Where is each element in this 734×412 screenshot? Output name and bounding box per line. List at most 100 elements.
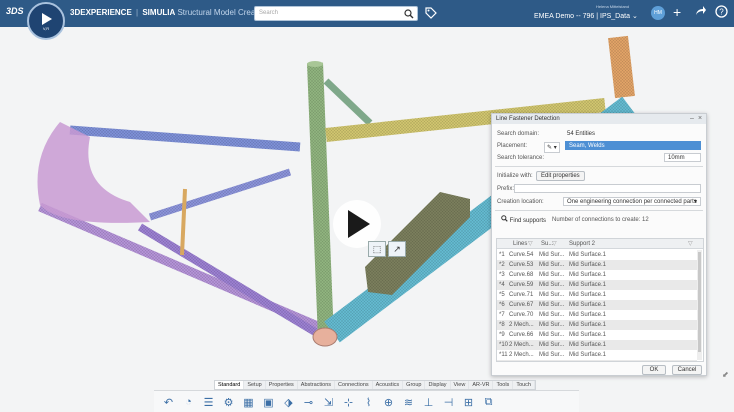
row-support1: Mid Sur... — [539, 312, 565, 318]
beam-icon[interactable]: ⌇ — [360, 394, 377, 410]
mapping-icon[interactable]: ⬗ — [280, 394, 297, 410]
row-support1: Mid Sur... — [539, 272, 565, 278]
mesh-icon[interactable]: ▦ — [240, 394, 257, 410]
tab-group[interactable]: Group — [403, 381, 426, 389]
tab-touch[interactable]: Touch — [513, 381, 535, 389]
table-row[interactable]: *7 Curve.70 Mid Sur... Mid Surface.1 — [497, 310, 697, 320]
table-row[interactable]: *4 Curve.59 Mid Sur... Mid Surface.1 — [497, 280, 697, 290]
row-support2: Mid Surface.1 — [569, 302, 607, 308]
action-bar-tabs: Standard Setup Properties Abstractions Conne… — [214, 380, 536, 390]
divider — [495, 210, 703, 211]
avatar[interactable]: HM — [651, 6, 665, 20]
row-support1: Mid Sur... — [539, 282, 565, 288]
table-row[interactable]: *10 2 Mech... Mid Sur... Mid Surface.1 — [497, 340, 697, 350]
tag-icon[interactable] — [425, 7, 437, 21]
tolerance-field[interactable]: 10mm — [664, 153, 701, 162]
dialog-title: Line Fastener Detection — [496, 116, 560, 122]
tab-acoustics[interactable]: Acoustics — [373, 381, 404, 389]
plus-icon[interactable]: + — [673, 5, 681, 19]
row-support2: Mid Surface.1 — [569, 272, 607, 278]
table-row[interactable]: *9 Curve.66 Mid Sur... Mid Surface.1 — [497, 330, 697, 340]
table-row[interactable]: *2 Curve.53 Mid Sur... Mid Surface.1 — [497, 260, 697, 270]
row-support1: Mid Sur... — [539, 352, 565, 358]
svg-text:?: ? — [719, 8, 724, 17]
table-row[interactable]: *6 Curve.67 Mid Sur... Mid Surface.1 — [497, 300, 697, 310]
edit-properties-button[interactable]: Edit properties — [536, 171, 585, 181]
weld-icon[interactable]: ⊕ — [380, 394, 397, 410]
filter-icon[interactable]: ▽ — [528, 240, 533, 247]
placement-field[interactable]: Seam, Welds — [565, 141, 701, 150]
filter-icon[interactable]: ▽ — [688, 240, 693, 247]
column-header-lines[interactable]: Lines — [513, 241, 527, 247]
prefix-field[interactable] — [514, 184, 701, 193]
context-toolbar: ⬚ ↗ — [368, 241, 406, 257]
tab-abstractions[interactable]: Abstractions — [298, 381, 336, 389]
table-row[interactable]: *5 Curve.71 Mid Sur... Mid Surface.1 — [497, 290, 697, 300]
tab-display[interactable]: Display — [425, 381, 451, 389]
share-icon[interactable] — [694, 5, 707, 20]
bolt-icon[interactable]: ⊣ — [440, 394, 457, 410]
expand-arrow-icon[interactable]: ⬋ — [722, 370, 729, 379]
tab-ar-vr[interactable]: AR-VR — [469, 381, 494, 389]
creation-location-select[interactable]: One engineering connection per connected… — [563, 197, 701, 206]
action-bar: ↶ ◔ ☰ ⚙ ▦ ▣ ⬗ ⊸ ⇲ ⊹ ⌇ ⊕ ≋ ⊥ ⊣ ⊞ ⧉ — [154, 390, 579, 412]
row-line: Curve.68 — [509, 272, 534, 278]
search-input[interactable]: Search — [254, 6, 418, 21]
select-tool-button[interactable]: ⬚ — [368, 241, 386, 257]
row-support1: Mid Sur... — [539, 302, 565, 308]
fastener-icon[interactable]: ⊥ — [420, 394, 437, 410]
row-support2: Mid Surface.1 — [569, 332, 607, 338]
display-icon[interactable]: ☰ — [200, 394, 217, 410]
help-icon[interactable]: ? — [715, 5, 728, 20]
tab-setup[interactable]: Setup — [244, 381, 266, 389]
table-row[interactable]: *12Curve.61Mid Sur...2 Publications — [497, 360, 697, 361]
row-support1: Mid Sur... — [539, 292, 565, 298]
brand-name: 3DEXPERIENCE — [70, 8, 132, 17]
table-scrollbar[interactable] — [697, 250, 702, 360]
table-row[interactable]: *1 Curve.54 Mid Sur... Mid Surface.1 — [497, 250, 697, 260]
table-row[interactable]: *11 2 Mech... Mid Sur... Mid Surface.1 — [497, 350, 697, 360]
cancel-button[interactable]: Cancel — [672, 365, 702, 375]
filter-icon[interactable]: ▽ — [552, 240, 557, 247]
top-bar: 3DS 3DEXPERIENCE | SIMULIA Structural Mo… — [0, 0, 734, 27]
settings-icon[interactable]: ⚙ — [220, 394, 237, 410]
row-support2: Mid Surface.1 — [569, 292, 607, 298]
search-placeholder: Search — [259, 10, 279, 16]
creation-location-value: One engineering connection per connected… — [567, 199, 697, 205]
tab-view[interactable]: View — [451, 381, 470, 389]
ok-button[interactable]: OK — [642, 365, 666, 375]
row-id: *7 — [499, 312, 505, 318]
seam-icon[interactable]: ≋ — [400, 394, 417, 410]
undo-icon[interactable]: ↶ — [160, 394, 177, 410]
assembly-icon[interactable]: ⧉ — [480, 394, 497, 410]
close-icon[interactable]: × — [698, 115, 702, 122]
find-supports-button[interactable]: Find supports — [498, 214, 549, 224]
surface-icon[interactable]: ▣ — [260, 394, 277, 410]
tab-standard[interactable]: Standard — [215, 381, 245, 389]
search-icon[interactable] — [404, 9, 414, 21]
split-icon[interactable]: ⇲ — [320, 394, 337, 410]
connector-icon[interactable]: ⊸ — [300, 394, 317, 410]
rigid-icon[interactable]: ⊞ — [460, 394, 477, 410]
tab-properties[interactable]: Properties — [266, 381, 298, 389]
table-row[interactable]: *8 2 Mech... Mid Sur... Mid Surface.1 — [497, 320, 697, 330]
row-id: *5 — [499, 292, 505, 298]
table-row[interactable]: *3 Curve.68 Mid Sur... Mid Surface.1 — [497, 270, 697, 280]
tenant-selector[interactable]: EMEA Demo -- 796 | IPS_Data ⌄ — [534, 12, 638, 20]
compass-button[interactable]: V,R — [27, 2, 65, 40]
row-support1: Mid Sur... — [539, 262, 565, 268]
snap-icon[interactable]: ◔ — [180, 394, 197, 410]
search-domain-label: Search domain: — [497, 131, 540, 137]
tab-tools[interactable]: Tools — [493, 381, 514, 389]
placement-tool-button[interactable]: ✎ ▾ — [544, 142, 560, 153]
pick-tool-button[interactable]: ↗ — [388, 241, 406, 257]
row-id: *8 — [499, 322, 505, 328]
scrollbar-thumb[interactable] — [698, 252, 701, 352]
row-id: *2 — [499, 262, 505, 268]
search-domain-value[interactable]: 54 Entities — [567, 131, 595, 137]
minimize-icon[interactable]: – — [690, 115, 694, 122]
column-header-support2[interactable]: Support 2 — [569, 241, 595, 247]
sensor-icon[interactable]: ⊹ — [340, 394, 357, 410]
placement-label: Placement: — [497, 143, 528, 149]
tab-connections[interactable]: Connections — [335, 381, 373, 389]
